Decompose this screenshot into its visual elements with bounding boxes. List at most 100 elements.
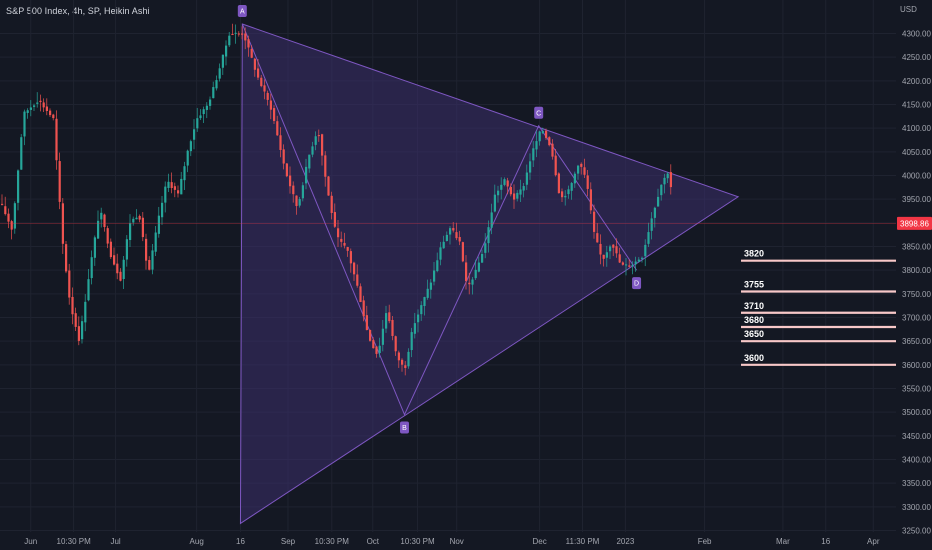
candle-body — [621, 262, 624, 265]
candle-body — [250, 48, 253, 58]
candle-body — [215, 80, 218, 89]
candle-body — [39, 100, 42, 102]
candle-body — [282, 149, 285, 164]
candle-body — [279, 135, 282, 150]
candle-body — [602, 254, 605, 259]
candle-body — [631, 265, 634, 267]
candle-body — [113, 255, 116, 265]
candle-body — [356, 274, 359, 286]
candle-body — [644, 244, 647, 257]
candle-body — [490, 212, 493, 228]
candle-body — [221, 54, 224, 68]
candle-body — [263, 85, 266, 92]
x-tick-label: Oct — [367, 537, 380, 546]
candle-body — [577, 165, 580, 174]
candle-body — [663, 177, 666, 185]
candle-body — [548, 137, 551, 146]
y-tick-label: 3450.00 — [902, 432, 931, 441]
y-tick-label: 4150.00 — [902, 101, 931, 110]
candle-body — [241, 33, 244, 35]
candle-body — [202, 109, 205, 115]
candle-body — [45, 106, 48, 112]
x-tick-label: 16 — [236, 537, 245, 546]
candle-body — [122, 259, 125, 279]
x-tick-label: Dec — [533, 537, 547, 546]
price-chart[interactable]: 3820 3755 3710 3680 3650 3600 A B C D USD 3250.0… — [0, 0, 932, 550]
candle-body — [589, 189, 592, 211]
candle-body — [401, 359, 404, 365]
candle-body — [42, 102, 45, 108]
candle-body — [199, 115, 202, 119]
candle-body — [33, 105, 36, 107]
currency-label: USD — [900, 5, 917, 14]
candle-body — [289, 175, 292, 187]
candle-body — [407, 351, 410, 367]
candle-body — [324, 155, 327, 177]
candle-body — [634, 261, 637, 265]
candle-body — [189, 141, 192, 152]
candle-body — [433, 270, 436, 282]
candle-body — [445, 234, 448, 242]
candle-body — [4, 206, 7, 215]
candle-body — [337, 228, 340, 238]
candle-body — [596, 233, 599, 243]
candle-body — [177, 190, 180, 194]
candle-body — [497, 190, 500, 196]
y-tick-label: 4100.00 — [902, 124, 931, 133]
candle-body — [74, 313, 77, 327]
point-label-b: B — [402, 425, 407, 432]
candle-body — [605, 252, 608, 258]
candle-body — [468, 282, 471, 285]
candle-body — [106, 228, 109, 244]
candle-body — [170, 182, 173, 189]
candle-body — [653, 207, 656, 218]
candle-body — [119, 271, 122, 281]
candle-body — [20, 137, 23, 170]
y-tick-label: 3750.00 — [902, 290, 931, 299]
candle-body — [567, 189, 570, 195]
y-tick-label: 3700.00 — [902, 314, 931, 323]
candle-body — [429, 282, 432, 290]
candle-body — [340, 238, 343, 242]
candle-body — [349, 251, 352, 264]
candle-body — [535, 141, 538, 150]
x-tick-label: Nov — [450, 537, 464, 546]
candle-body — [333, 212, 336, 227]
candle-body — [87, 279, 90, 301]
candle-body — [295, 195, 298, 206]
candle-body — [180, 178, 183, 195]
candle-body — [381, 328, 384, 345]
y-tick-label: 3350.00 — [902, 479, 931, 488]
candle-body — [231, 33, 234, 35]
candle-body — [481, 253, 484, 263]
candle-body — [484, 243, 487, 253]
candle-body — [458, 236, 461, 242]
candle-body — [554, 155, 557, 176]
candle-body — [362, 300, 365, 317]
candle-body — [426, 288, 429, 298]
x-tick-label: 10:30 PM — [57, 537, 92, 546]
candle-body — [167, 181, 170, 188]
candle-body — [330, 195, 333, 213]
candle-body — [420, 305, 423, 315]
x-tick-label: Jul — [110, 537, 120, 546]
candle-body — [36, 102, 39, 104]
candle-body — [237, 33, 240, 35]
y-tick-label: 3500.00 — [902, 408, 931, 417]
x-tick-label: Sep — [281, 537, 296, 546]
candle-body — [260, 77, 263, 87]
x-tick-label: Jun — [24, 537, 37, 546]
last-price-label: 3898.86 — [900, 219, 929, 228]
candle-body — [228, 35, 231, 46]
candle-body — [461, 242, 464, 262]
candle-body — [474, 269, 477, 279]
candle-body — [173, 186, 176, 190]
chart-container[interactable]: S&P 500 Index, 4h, SP, Heikin Ashi 3820 3… — [0, 0, 932, 550]
y-tick-label: 3850.00 — [902, 243, 931, 252]
candle-body — [365, 315, 368, 331]
candle-body — [244, 33, 247, 41]
candle-body — [129, 223, 132, 240]
level-label: 3755 — [744, 279, 764, 289]
candle-body — [151, 250, 154, 270]
candle-body — [314, 136, 317, 145]
